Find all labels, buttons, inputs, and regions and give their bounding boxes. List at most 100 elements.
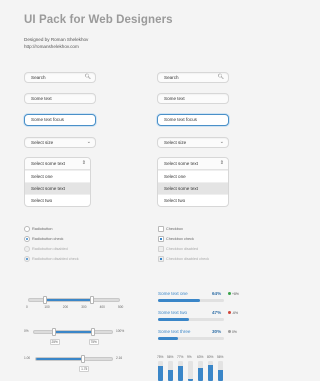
delta-value: -6% <box>232 310 239 315</box>
slider-handle-high[interactable] <box>90 296 94 304</box>
vbar-label: 63% <box>197 355 204 359</box>
designer-credit: Designed by Roman Shelekhov <box>24 37 89 42</box>
delta-indicator-icon <box>228 330 231 334</box>
vbar-fill <box>168 369 173 381</box>
vbar <box>188 361 193 381</box>
value-slider[interactable] <box>35 355 113 363</box>
focused-field-value: Some text focus <box>31 117 64 122</box>
slider-handle-low[interactable] <box>51 328 56 336</box>
slider-max-label: 2.16 <box>116 356 123 360</box>
checkbox-label: Checkbox <box>166 227 183 231</box>
slider-tick-label: 100 <box>44 305 50 309</box>
vbar-fill <box>198 368 203 381</box>
select-head-value: Select some text <box>31 161 65 166</box>
search-icon: 🔍︎ <box>217 74 224 80</box>
vbar-label: 80% <box>207 355 214 359</box>
text-field-left[interactable]: Some text <box>24 93 96 104</box>
vbar-fill <box>178 365 183 381</box>
slider-tick-label: 500 <box>118 305 124 309</box>
checkbox-label: Checkbox disabled <box>166 247 199 251</box>
percent-range-slider[interactable] <box>33 328 113 336</box>
vbar-label: 77% <box>177 355 184 359</box>
radio-disabled-icon <box>24 246 30 252</box>
delta-indicator-icon <box>228 311 231 315</box>
progress-track <box>158 337 224 340</box>
slider-handle[interactable] <box>81 355 86 363</box>
radio-checked-icon[interactable] <box>24 236 30 242</box>
vbar-label: 75% <box>157 355 164 359</box>
slider-max-label: 100% <box>116 329 125 333</box>
select-option[interactable]: Select two <box>158 194 228 206</box>
slider-tick-label: 300 <box>81 305 87 309</box>
vbar <box>198 361 203 381</box>
focused-text-field-left[interactable]: Some text focus <box>24 114 96 126</box>
select-head[interactable]: Select some text ⇕ <box>25 158 90 170</box>
focused-text-field-right[interactable]: Some text focus <box>157 114 229 126</box>
search-input-right[interactable]: Search 🔍︎ <box>157 72 229 83</box>
slider-min-label: 1.00 <box>24 356 31 360</box>
vbar-label: 9% <box>187 355 192 359</box>
slider-tooltip-low: 25% <box>49 339 60 345</box>
progress-fill <box>158 299 201 302</box>
checkbox-label: Checkbox disabled check <box>166 257 210 261</box>
vbar <box>158 361 163 381</box>
text-field-value: Some text <box>31 96 52 101</box>
slider-tick-label: 200 <box>62 305 69 309</box>
text-field-value: Some text <box>164 96 185 101</box>
slider-handle-low[interactable] <box>43 296 48 304</box>
slider-handle-high[interactable] <box>90 328 95 336</box>
chevron-down-icon: ⌄ <box>86 139 91 145</box>
select-open-right[interactable]: Select some text ⇕ Select one Select som… <box>157 157 229 207</box>
radio-label: Radiobutton disabled <box>32 247 68 251</box>
select-open-left[interactable]: Select some text ⇕ Select one Select som… <box>24 157 91 207</box>
range-slider-1[interactable]: 0 100 200 300 400 500 <box>24 294 124 310</box>
dropdown-arrows-icon: ⇕ <box>81 160 86 166</box>
checkbox-checked-icon[interactable] <box>158 236 164 242</box>
delta-value: 0% <box>232 329 237 334</box>
vbar-fill <box>208 365 213 381</box>
text-field-right[interactable]: Some text <box>157 93 229 104</box>
slider-tick-label: 400 <box>99 305 105 309</box>
vbar <box>208 361 213 381</box>
select-size-value: Select size <box>31 140 54 145</box>
select-option[interactable]: Select two <box>25 194 90 206</box>
vbar-label: 56% <box>167 355 174 359</box>
designer-url[interactable]: http://romanshelekhov.com <box>24 44 79 49</box>
select-option-selected[interactable]: Select some text <box>25 182 90 194</box>
vbar-fill <box>158 366 163 381</box>
select-head[interactable]: Select some text ⇕ <box>158 158 228 170</box>
progress-delta: 0% <box>228 330 237 334</box>
progress-label: Some text two <box>158 310 188 315</box>
progress-fill <box>158 337 178 340</box>
checkbox-icon[interactable] <box>158 226 164 232</box>
radio-icon[interactable] <box>24 226 30 232</box>
slider-fill <box>45 299 92 301</box>
select-option[interactable]: Select one <box>158 170 228 182</box>
select-option-selected[interactable]: Select some text <box>158 182 228 194</box>
vbar-fill <box>218 369 223 381</box>
progress-percent: 64% <box>212 291 222 296</box>
search-placeholder: Search <box>164 75 179 80</box>
dropdown-arrows-icon: ⇕ <box>219 160 224 166</box>
select-option[interactable]: Select one <box>25 170 90 182</box>
progress-delta: -6% <box>228 311 238 315</box>
select-size-left[interactable]: Select size ⌄ <box>24 137 96 148</box>
progress-percent: 30% <box>212 329 222 334</box>
slider-tooltip: 1.75 <box>79 366 90 372</box>
progress-percent: 47% <box>212 310 222 315</box>
radio-label: Radiobutton check <box>32 237 64 241</box>
select-head-value: Select some text <box>164 161 198 166</box>
progress-fill <box>158 318 190 321</box>
search-placeholder: Search <box>31 75 46 80</box>
radio-label: Radiobutton <box>32 227 53 231</box>
checkbox-disabled-checked-icon <box>158 256 164 262</box>
slider-min-label: 0% <box>24 329 29 333</box>
vbar <box>168 361 173 381</box>
search-input-left[interactable]: Search 🔍︎ <box>24 72 96 83</box>
search-icon: 🔍︎ <box>84 74 91 80</box>
select-size-right[interactable]: Select size ⌄ <box>157 137 229 148</box>
slider-track[interactable] <box>28 296 120 304</box>
radio-label: Radiobutton disabled check <box>32 257 79 261</box>
checkbox-label: Checkbox check <box>166 237 194 241</box>
progress-label: Some text one <box>158 291 188 296</box>
